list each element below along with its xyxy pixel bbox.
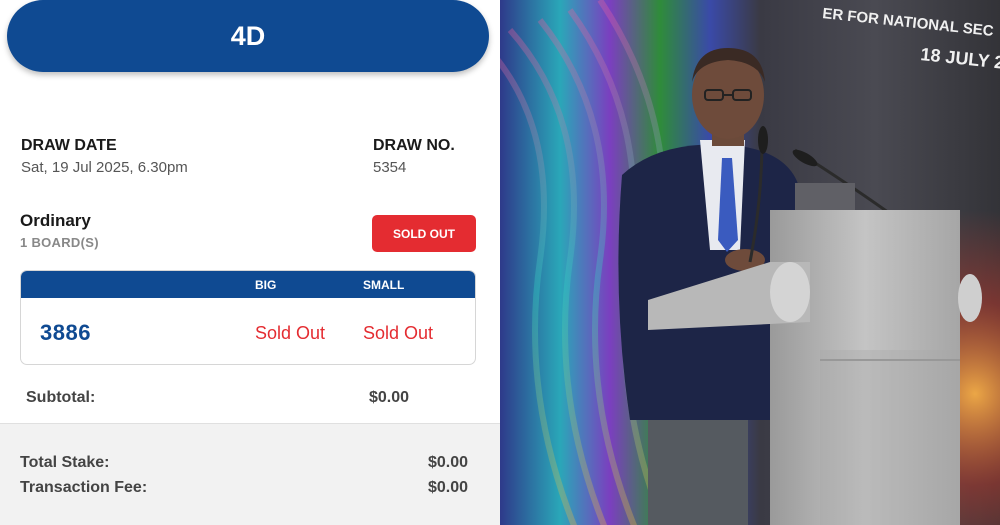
app-header: 4D [7,0,489,72]
total-stake-value: $0.00 [428,454,469,471]
draw-date-label: DRAW DATE [21,137,117,154]
draw-number-value: 5354 [373,159,407,176]
big-status: Sold Out [255,323,326,343]
transaction-fee-label: Transaction Fee: [20,479,148,496]
mic-head-1 [758,126,768,154]
subtotal-value: $0.00 [369,389,410,406]
bet-table-header: BIG SMALL [21,271,475,298]
column-header-big: BIG [255,278,277,292]
summary-footer: Total Stake: $0.00 Transaction Fee: $0.0… [0,423,500,525]
ticket-panel: 4D DRAW DATE Sat, 19 Jul 2025, 6.30pm DR… [0,0,500,525]
transaction-fee-value: $0.00 [428,479,469,496]
sold-out-badge: SOLD OUT [372,215,476,252]
total-stake-label: Total Stake: [20,454,110,471]
bet-type: Ordinary [20,211,91,230]
board-count: 1 BOARD(S) [20,235,99,250]
speaker-photo: ER FOR NATIONAL SEC 18 JULY 2 [500,0,1000,525]
small-status: Sold Out [363,323,434,343]
column-header-small: SMALL [363,278,405,292]
draw-number-label: DRAW NO. [373,137,455,154]
bet-number: 3886 [40,320,91,345]
bet-table: BIG SMALL 3886 Sold Out Sold Out [20,270,476,365]
draw-date-value: Sat, 19 Jul 2025, 6.30pm [21,159,188,176]
subtotal-label: Subtotal: [26,389,96,406]
table-row: 3886 Sold Out Sold Out [21,298,475,364]
app-logo: 4D [230,20,266,51]
